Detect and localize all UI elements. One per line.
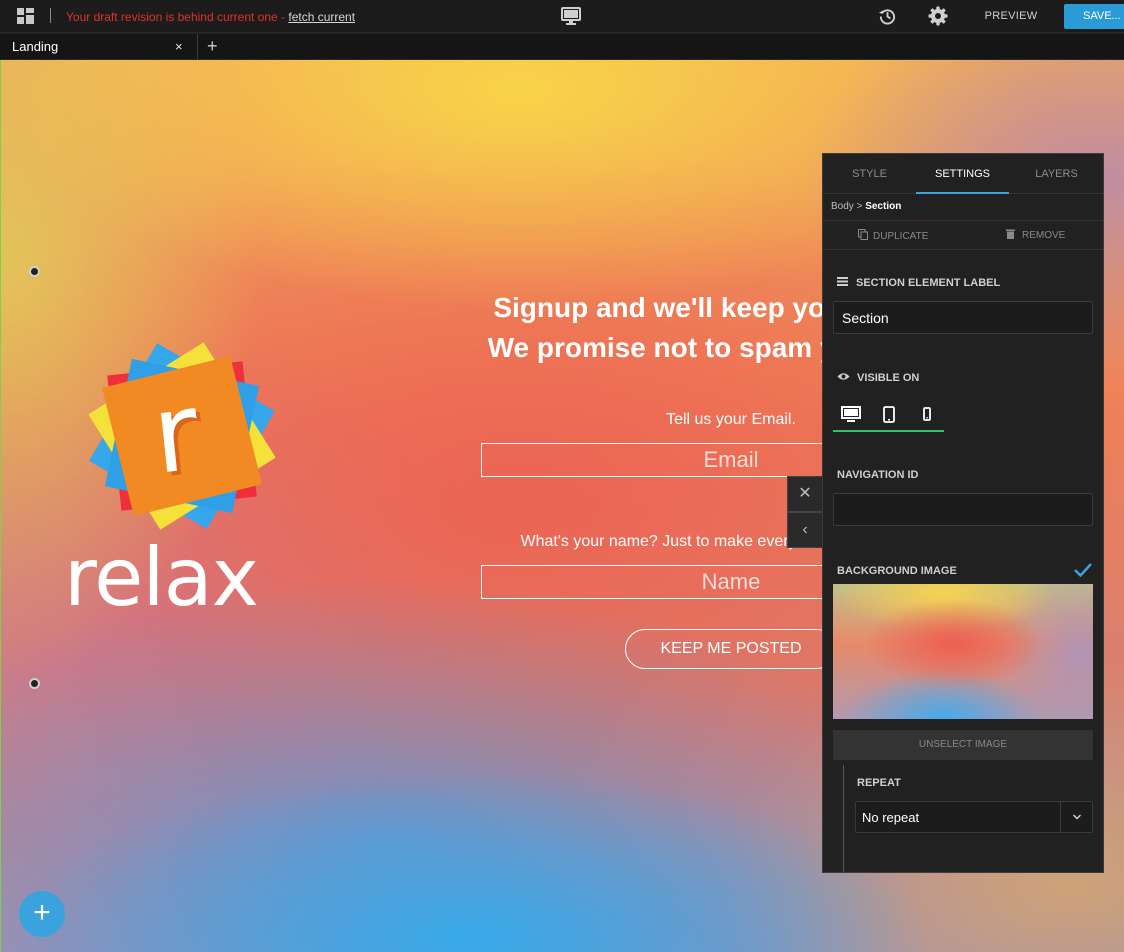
tab-settings[interactable]: SETTINGS: [916, 154, 1009, 194]
toolbar-divider: [50, 8, 51, 23]
chevron-down-icon: [1072, 814, 1082, 820]
tablet-visibility-icon[interactable]: [879, 406, 899, 424]
desktop-icon[interactable]: [561, 7, 581, 25]
element-label-heading: SECTION ELEMENT LABEL: [837, 277, 1000, 289]
trash-icon: [1006, 229, 1015, 239]
apps-grid-icon[interactable]: [17, 8, 34, 24]
resize-handle-top[interactable]: [29, 266, 40, 277]
element-actions: DUPLICATE REMOVE: [823, 220, 1103, 250]
element-label-title: SECTION ELEMENT LABEL: [856, 277, 1001, 289]
repeat-title: REPEAT: [857, 777, 901, 789]
panel-tabs: STYLE SETTINGS LAYERS: [823, 154, 1103, 194]
fetch-current-link[interactable]: fetch current: [288, 10, 355, 24]
desktop-visibility-icon[interactable]: [841, 406, 861, 424]
navigation-id-title: NAVIGATION ID: [837, 469, 919, 481]
visible-on-devices: [833, 398, 944, 432]
breadcrumb-body[interactable]: Body: [831, 201, 854, 212]
collapse-panel-icon[interactable]: ‹: [787, 512, 823, 548]
top-toolbar: Your draft revision is behind current on…: [0, 0, 1124, 33]
copy-icon: [858, 229, 868, 240]
background-image-preview[interactable]: [833, 584, 1093, 719]
relax-logo-icon: r r: [88, 342, 276, 530]
background-image-title: BACKGROUND IMAGE: [837, 565, 957, 577]
section-outline: [0, 60, 1, 952]
breadcrumb-separator: >: [856, 201, 863, 212]
visible-on-title: VISIBLE ON: [857, 372, 920, 384]
eye-icon: [837, 373, 850, 380]
history-icon[interactable]: [878, 7, 897, 26]
save-button[interactable]: SAVE...: [1064, 4, 1124, 29]
breadcrumb: Body > Section: [831, 201, 901, 212]
keep-me-posted-button[interactable]: KEEP ME POSTED: [625, 629, 837, 669]
nested-settings-guide: [843, 765, 844, 872]
mobile-visibility-icon[interactable]: [917, 406, 937, 424]
lines-icon: [837, 277, 848, 286]
add-tab-icon[interactable]: +: [207, 36, 218, 57]
page-tab-bar: Landing × +: [0, 34, 1124, 60]
remove-button[interactable]: REMOVE: [1006, 229, 1065, 241]
close-tab-icon[interactable]: ×: [175, 39, 183, 54]
checkmark-icon[interactable]: [1073, 561, 1093, 579]
tab-style[interactable]: STYLE: [823, 154, 916, 194]
close-icon[interactable]: ✕: [787, 476, 823, 512]
unselect-image-button[interactable]: UNSELECT IMAGE: [833, 730, 1093, 760]
draft-notice-text: Your draft revision is behind current on…: [66, 10, 286, 24]
tab-landing[interactable]: Landing ×: [0, 34, 198, 60]
resize-handle-bottom[interactable]: [29, 678, 40, 689]
element-label-input[interactable]: [833, 301, 1093, 334]
draft-revision-notice: Your draft revision is behind current on…: [66, 10, 355, 24]
dropdown-toggle[interactable]: [1060, 802, 1092, 832]
add-element-button[interactable]: +: [19, 891, 65, 937]
visible-on-heading: VISIBLE ON: [837, 372, 919, 384]
breadcrumb-section: Section: [865, 201, 902, 212]
preview-button[interactable]: PREVIEW: [976, 0, 1046, 33]
duplicate-button[interactable]: DUPLICATE: [858, 229, 928, 242]
tab-label: Landing: [12, 39, 59, 54]
remove-label: REMOVE: [1022, 230, 1066, 241]
repeat-value: No repeat: [862, 810, 920, 825]
tab-layers[interactable]: LAYERS: [1010, 154, 1103, 194]
navigation-id-input[interactable]: [833, 493, 1093, 526]
repeat-select[interactable]: No repeat: [855, 801, 1093, 833]
gear-icon[interactable]: [928, 6, 948, 26]
settings-panel: STYLE SETTINGS LAYERS Body > Section DUP…: [822, 153, 1104, 873]
logo-wordmark: relax: [64, 531, 259, 624]
duplicate-label: DUPLICATE: [873, 231, 929, 242]
